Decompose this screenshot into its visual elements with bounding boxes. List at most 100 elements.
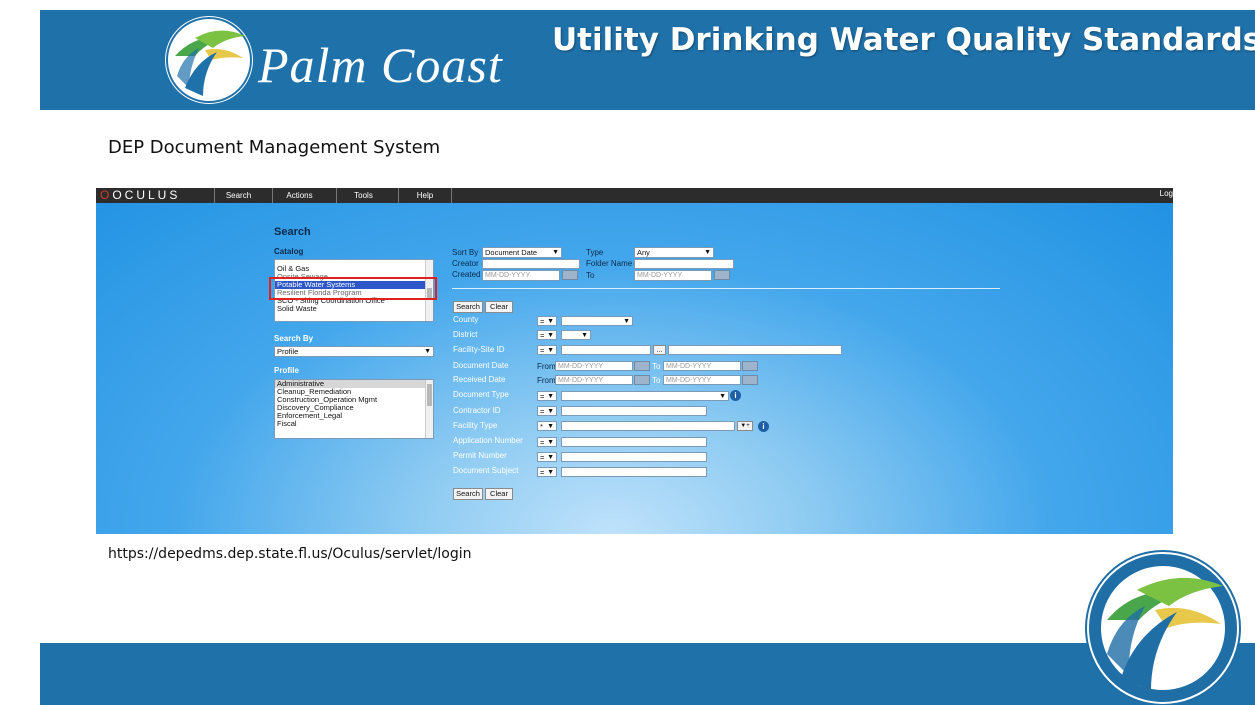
- highlight-box: [269, 277, 437, 300]
- palm-coast-footer-logo-icon: [1085, 550, 1241, 705]
- chevron-down-icon: ▼: [719, 393, 726, 400]
- search-by-value: Profile: [277, 347, 299, 356]
- facility-type-operator[interactable]: * ▼: [537, 421, 557, 431]
- created-to-input[interactable]: MM-DD-YYYY: [634, 270, 712, 281]
- county-select[interactable]: ▼: [561, 316, 633, 326]
- chevron-down-icon: ▼: [547, 454, 554, 461]
- document-subject-operator[interactable]: = ▼: [537, 467, 557, 477]
- received-date-to-input[interactable]: MM-DD-YYYY: [663, 375, 741, 385]
- facility-type-picker-button[interactable]: ▼+: [737, 421, 753, 431]
- field-label-document-subject: Document Subject: [453, 466, 519, 475]
- permit-number-input[interactable]: [561, 452, 707, 462]
- district-operator[interactable]: = ▼: [537, 330, 557, 340]
- chevron-down-icon: ▼: [547, 408, 554, 415]
- chevron-down-icon: ▼: [547, 347, 554, 354]
- palm-coast-wordmark: Palm Coast: [258, 37, 503, 93]
- palm-coast-logo-icon: [165, 16, 253, 104]
- field-label-received-date: Received Date: [453, 375, 506, 384]
- search-by-label: Search By: [274, 334, 314, 343]
- folder-name-input[interactable]: [634, 259, 734, 269]
- created-to-label: To: [586, 271, 595, 280]
- facility-name-input[interactable]: [668, 345, 842, 355]
- sort-by-value: Document Date: [485, 248, 538, 257]
- created-from-input[interactable]: MM-DD-YYYY: [482, 270, 560, 281]
- catalog-label: Catalog: [274, 247, 304, 256]
- clear-button-top[interactable]: Clear: [485, 301, 513, 313]
- divider: [452, 288, 1000, 289]
- field-label-facility-type: Facility Type: [453, 421, 498, 430]
- field-label-permit-number: Permit Number: [453, 451, 507, 460]
- chevron-down-icon: ▼: [547, 393, 554, 400]
- chevron-down-icon: ▼: [581, 332, 588, 339]
- chevron-down-icon: ▼: [547, 332, 554, 339]
- search-by-select[interactable]: Profile ▼: [274, 346, 434, 357]
- sort-by-select[interactable]: Document Date ▼: [482, 247, 562, 258]
- operator-text: =: [540, 438, 545, 447]
- application-number-input[interactable]: [561, 437, 707, 447]
- operator-text: =: [540, 453, 545, 462]
- document-subject-input[interactable]: [561, 467, 707, 477]
- document-type-operator[interactable]: = ▼: [537, 391, 557, 401]
- operator-text: *: [540, 422, 543, 431]
- profile-scrollbar[interactable]: [425, 380, 433, 438]
- type-label: Type: [586, 248, 604, 257]
- chevron-down-icon: ▼: [704, 249, 711, 256]
- creator-input[interactable]: [482, 259, 580, 269]
- document-date-from-input[interactable]: MM-DD-YYYY: [555, 361, 633, 371]
- info-icon[interactable]: i: [730, 390, 741, 401]
- district-select[interactable]: ▼: [561, 330, 591, 340]
- county-operator[interactable]: = ▼: [537, 316, 557, 326]
- calendar-icon[interactable]: [714, 270, 730, 280]
- search-button-top[interactable]: Search: [453, 301, 483, 313]
- field-label-district: District: [453, 330, 478, 339]
- clear-button-bottom[interactable]: Clear: [485, 488, 513, 500]
- profile-label: Profile: [274, 366, 299, 375]
- facility-type-input[interactable]: [561, 421, 735, 431]
- profile-item[interactable]: Enforcement_Legal: [275, 412, 433, 420]
- document-date-to-input[interactable]: MM-DD-YYYY: [663, 361, 741, 371]
- menu-tools[interactable]: Tools: [336, 188, 390, 203]
- app-menu-bar: OOCULUS Search Actions Tools Help Log: [96, 188, 1173, 203]
- calendar-icon[interactable]: [634, 375, 650, 385]
- operator-text: =: [540, 317, 545, 326]
- type-select[interactable]: Any ▼: [634, 247, 714, 258]
- contractor-id-operator[interactable]: = ▼: [537, 406, 557, 416]
- document-date-to-label: To: [652, 362, 661, 371]
- oculus-brand: OOCULUS: [100, 188, 181, 202]
- contractor-id-input[interactable]: [561, 406, 707, 416]
- catalog-item[interactable]: Solid Waste: [275, 305, 433, 313]
- document-type-select[interactable]: ▼: [561, 391, 729, 401]
- operator-text: =: [540, 331, 545, 340]
- menu-search[interactable]: Search: [214, 188, 262, 203]
- info-icon[interactable]: i: [758, 421, 769, 432]
- profile-item[interactable]: Fiscal: [275, 420, 433, 428]
- chevron-down-icon: ▼: [547, 423, 554, 430]
- menu-help[interactable]: Help: [398, 188, 452, 203]
- received-date-from-label: From: [537, 376, 556, 385]
- document-date-from-label: From: [537, 362, 556, 371]
- login-link[interactable]: Log: [1160, 188, 1173, 200]
- created-label: Created: [452, 270, 481, 279]
- source-url[interactable]: https://depedms.dep.state.fl.us/Oculus/s…: [108, 546, 471, 562]
- calendar-icon[interactable]: [742, 375, 758, 385]
- permit-number-operator[interactable]: = ▼: [537, 452, 557, 462]
- calendar-icon[interactable]: [634, 361, 650, 371]
- field-label-contractor-id: Contractor ID: [453, 406, 501, 415]
- menu-actions[interactable]: Actions: [272, 188, 326, 203]
- slide-subtitle: DEP Document Management System: [108, 137, 441, 158]
- search-button-bottom[interactable]: Search: [453, 488, 483, 500]
- facility-site-id-operator[interactable]: = ▼: [537, 345, 557, 355]
- operator-text: =: [540, 468, 545, 477]
- oculus-brand-text: OCULUS: [112, 188, 181, 202]
- calendar-icon[interactable]: [742, 361, 758, 371]
- facility-lookup-button[interactable]: ...: [653, 345, 666, 355]
- received-date-from-input[interactable]: MM-DD-YYYY: [555, 375, 633, 385]
- creator-label: Creator: [452, 259, 479, 268]
- calendar-icon[interactable]: [562, 270, 578, 280]
- sort-by-label: Sort By: [452, 248, 479, 257]
- facility-site-id-input[interactable]: [561, 345, 651, 355]
- application-number-operator[interactable]: = ▼: [537, 437, 557, 447]
- chevron-down-icon: ▼: [547, 469, 554, 476]
- profile-listbox[interactable]: Administrative Cleanup_Remediation Const…: [274, 379, 434, 439]
- slide-header: Palm Coast Utility Drinking Water Qualit…: [40, 10, 1255, 110]
